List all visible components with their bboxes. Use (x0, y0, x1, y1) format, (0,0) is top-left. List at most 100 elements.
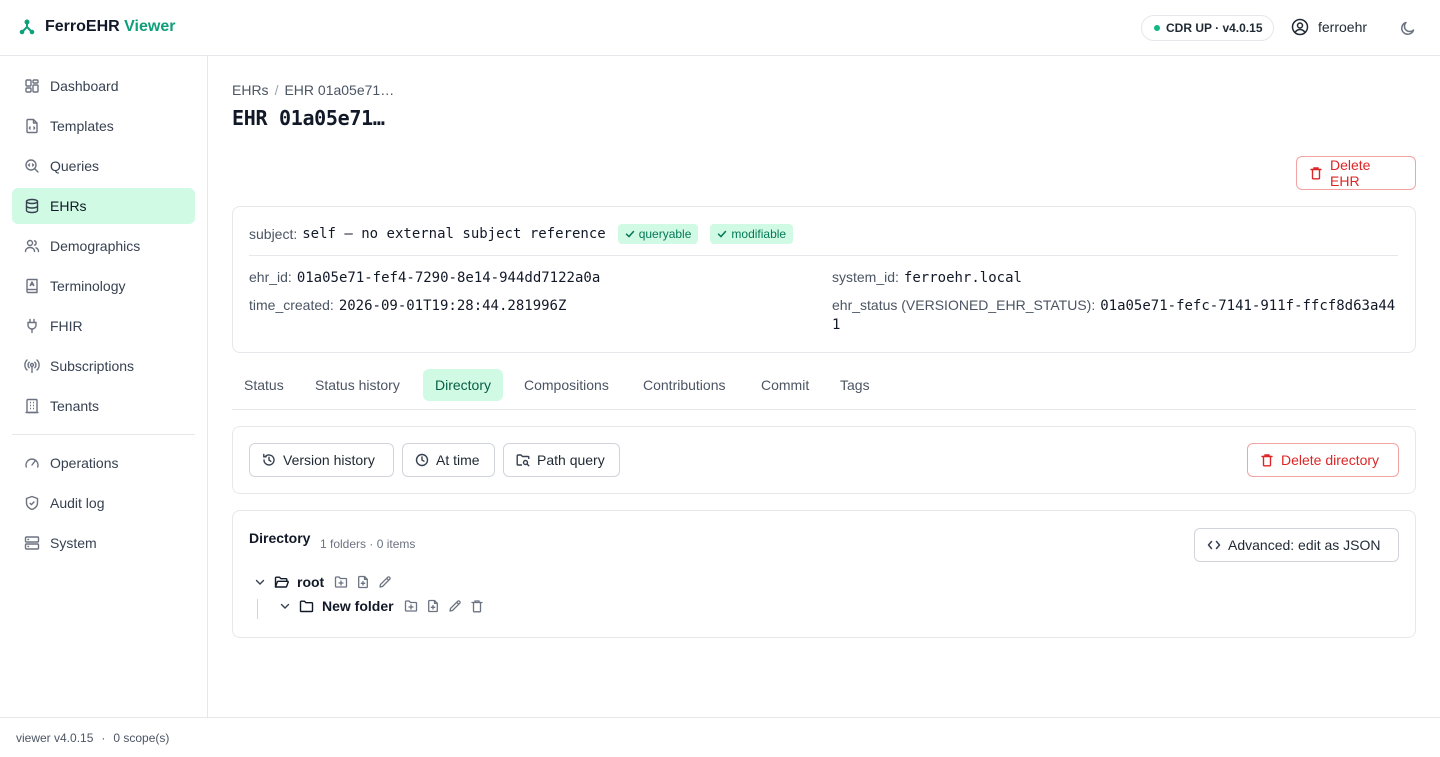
file-code-icon (24, 118, 40, 134)
tree-node-root: root (254, 574, 392, 590)
add-file-icon[interactable] (426, 599, 440, 613)
tab-status-history[interactable]: Status history (303, 369, 412, 401)
search-query-icon (24, 158, 40, 174)
sidebar-item-system[interactable]: System (12, 525, 195, 561)
path-query-button[interactable]: Path query (503, 443, 620, 477)
add-file-icon[interactable] (356, 575, 370, 589)
dashboard-icon (24, 78, 40, 94)
tab-status[interactable]: Status (232, 369, 296, 401)
ehr-id-field: ehr_id: 01a05e71-fef4-7290-8e14-944dd712… (249, 269, 600, 286)
status-dot-icon (1154, 25, 1160, 31)
tree-indent-line (257, 599, 258, 619)
sidebar-item-label: Tenants (50, 398, 100, 414)
time-created-value: 2026-09-01T19:28:44.281996Z (338, 298, 567, 314)
ehr-status-label: ehr_status (VERSIONED_EHR_STATUS): (832, 297, 1096, 313)
cdr-status-badge: CDR UP · v4.0.15 (1141, 15, 1274, 41)
tab-contributions[interactable]: Contributions (631, 369, 738, 401)
advanced-edit-json-label: Advanced: edit as JSON (1228, 537, 1381, 553)
at-time-button[interactable]: At time (402, 443, 495, 477)
sidebar-item-demographics[interactable]: Demographics (12, 228, 195, 264)
sidebar-item-ehrs[interactable]: EHRs (12, 188, 195, 224)
scope-count: 0 scope(s) (113, 730, 170, 745)
building-icon (24, 398, 40, 414)
tab-commit[interactable]: Commit (749, 369, 821, 401)
sidebar-item-label: Queries (50, 158, 100, 174)
sidebar-item-label: Templates (50, 118, 114, 134)
code-icon (1207, 538, 1221, 552)
add-folder-icon[interactable] (404, 599, 418, 613)
directory-title: Directory (249, 530, 311, 546)
add-folder-icon[interactable] (334, 575, 348, 589)
shield-icon (24, 495, 40, 511)
sidebar-item-subscriptions[interactable]: Subscriptions (12, 348, 195, 384)
top-bar: FerroEHR Viewer CDR UP · v4.0.15 ferroeh… (0, 0, 1440, 56)
folder-search-icon (516, 453, 530, 467)
tab-compositions[interactable]: Compositions (512, 369, 621, 401)
tree-node-actions (334, 575, 392, 589)
sidebar-item-operations[interactable]: Operations (12, 445, 195, 481)
sidebar-item-label: Dashboard (50, 78, 119, 94)
user-menu[interactable]: ferroehr (1291, 18, 1367, 36)
breadcrumb: EHRs / EHR 01a05e71… (232, 82, 394, 98)
breadcrumb-ehrs-link[interactable]: EHRs (232, 82, 269, 98)
brand-name: FerroEHR Viewer (45, 18, 176, 35)
sidebar-item-label: System (50, 535, 97, 551)
ehr-summary-card: subject: self — no external subject refe… (232, 206, 1416, 353)
broadcast-icon (24, 358, 40, 374)
tree-node-label[interactable]: root (297, 574, 324, 590)
modifiable-badge: modifiable (710, 224, 794, 244)
at-time-label: At time (436, 452, 480, 468)
breadcrumb-current: EHR 01a05e71… (284, 82, 395, 98)
sidebar-item-label: Terminology (50, 278, 126, 294)
time-created-field: time_created: 2026-09-01T19:28:44.281996… (249, 297, 566, 314)
sidebar-item-audit-log[interactable]: Audit log (12, 485, 195, 521)
version-history-button[interactable]: Version history (249, 443, 394, 477)
username: ferroehr (1318, 19, 1368, 35)
brand[interactable]: FerroEHR Viewer (18, 18, 175, 36)
check-icon (625, 229, 635, 239)
queryable-label: queryable (638, 227, 692, 241)
brand-accent: Viewer (124, 18, 176, 35)
subject-row: subject: self — no external subject refe… (249, 224, 794, 244)
advanced-edit-json-button[interactable]: Advanced: edit as JSON (1194, 528, 1399, 562)
edit-pencil-icon[interactable] (448, 599, 462, 613)
sidebar-item-fhir[interactable]: FHIR (12, 308, 195, 344)
path-query-label: Path query (537, 452, 605, 468)
users-icon (24, 238, 40, 254)
plug-icon (24, 318, 40, 334)
system-id-value: ferroehr.local (903, 270, 1022, 286)
theme-toggle-button[interactable] (1399, 19, 1417, 37)
tree-node-label[interactable]: New folder (322, 598, 394, 614)
sidebar-item-tenants[interactable]: Tenants (12, 388, 195, 424)
delete-ehr-button[interactable]: Delete EHR (1296, 156, 1416, 190)
edit-pencil-icon[interactable] (378, 575, 392, 589)
tab-directory[interactable]: Directory (423, 369, 504, 401)
version-history-label: Version history (283, 452, 375, 468)
tab-tags[interactable]: Tags (828, 369, 882, 401)
delete-ehr-label: Delete EHR (1330, 157, 1371, 189)
subject-label: subject: (249, 226, 298, 242)
sidebar-item-queries[interactable]: Queries (12, 148, 195, 184)
chevron-down-icon[interactable] (279, 600, 291, 612)
sidebar-item-terminology[interactable]: Terminology (12, 268, 195, 304)
sidebar-item-dashboard[interactable]: Dashboard (12, 68, 195, 104)
trash-icon (1260, 453, 1274, 467)
chevron-down-icon[interactable] (254, 576, 266, 588)
system-id-label: system_id: (832, 269, 899, 285)
ehr-status-value-wrap: 1 (832, 317, 841, 333)
sidebar-item-label: Subscriptions (50, 358, 135, 374)
sidebar-item-templates[interactable]: Templates (12, 108, 195, 144)
footer-separator: · (101, 730, 106, 745)
delete-directory-label: Delete directory (1281, 452, 1380, 468)
modifiable-label: modifiable (731, 227, 787, 241)
footer: viewer v4.0.15 · 0 scope(s) (0, 717, 1440, 757)
tree-node-actions (404, 599, 484, 613)
clock-icon (415, 453, 429, 467)
summary-divider (249, 255, 1398, 256)
viewer-version: viewer v4.0.15 (16, 730, 94, 745)
database-icon (24, 198, 40, 214)
cdr-status-text: CDR UP · v4.0.15 (1166, 21, 1263, 35)
user-circle-icon (1291, 18, 1309, 36)
trash-icon[interactable] (470, 599, 484, 613)
delete-directory-button[interactable]: Delete directory (1247, 443, 1399, 477)
